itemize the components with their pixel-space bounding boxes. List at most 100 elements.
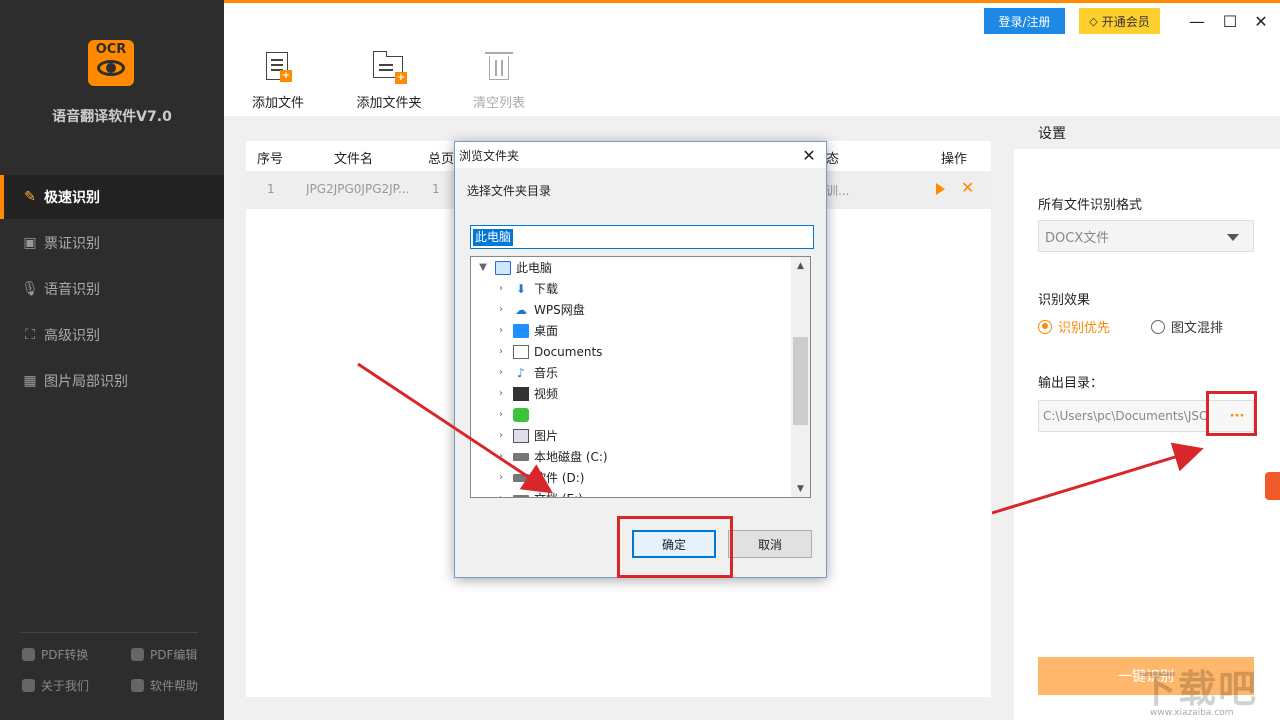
tree-item-drive-c[interactable]: › 本地磁盘 (C:) (495, 446, 608, 467)
settings-header: 设置 (1014, 117, 1280, 149)
sidebar-item-label: 图片局部识别 (44, 374, 128, 390)
add-file-button[interactable]: + 添加文件 (250, 38, 306, 116)
sidebar-divider (20, 632, 198, 633)
ok-button[interactable]: 确定 (632, 530, 716, 558)
help-link[interactable]: 软件帮助 (131, 677, 198, 694)
trash-icon (483, 50, 515, 86)
tree-label: 此电脑 (516, 261, 553, 275)
minimize-icon[interactable]: — (1186, 10, 1208, 32)
sidebar-item-voice-recognition[interactable]: 🎙 语音识别 (0, 267, 224, 311)
login-register-button[interactable]: 登录/注册 (984, 8, 1065, 34)
browse-button[interactable]: ··· (1220, 400, 1254, 432)
about-label: 关于我们 (41, 679, 90, 693)
format-label: 所有文件识别格式 (1038, 198, 1143, 213)
delete-icon[interactable]: ✕ (961, 180, 974, 196)
sidebar-item-fast-recognition[interactable]: ✎ 极速识别 (0, 175, 224, 219)
tree-item-videos[interactable]: › 视频 (495, 383, 558, 404)
sidebar-item-label: 极速识别 (44, 190, 100, 206)
microphone-icon: 🎙 (21, 281, 39, 297)
chevron-right-icon: › (499, 346, 503, 357)
document-icon (513, 344, 529, 359)
tree-scrollbar[interactable]: ▲ ▼ (791, 257, 810, 497)
header-filename: 文件名 (334, 152, 374, 167)
tree-item-drive-d[interactable]: › 软件 (D:) (495, 467, 584, 488)
ocr-logo: OCR (88, 40, 134, 86)
format-select[interactable]: DOCX文件 (1038, 220, 1254, 252)
row-index: 1 (267, 182, 275, 196)
ticket-icon: ▣ (23, 235, 37, 251)
tree-label: 音乐 (534, 366, 559, 380)
top-bar: 登录/注册 ◇ 开通会员 — ☐ ✕ (224, 0, 1280, 38)
chevron-right-icon: › (499, 283, 503, 294)
scroll-up-icon[interactable]: ▲ (791, 257, 810, 274)
clear-list-button[interactable]: 清空列表 (470, 38, 528, 116)
chevron-right-icon: › (499, 388, 503, 399)
tree-item-music[interactable]: › ♪ 音乐 (495, 362, 558, 383)
tree-item-drive-e[interactable]: › 文档 (E:) (495, 488, 583, 497)
output-path-value: C:\Users\pc\Documents\JSO (1043, 409, 1209, 423)
settings-panel: 设置 所有文件识别格式 DOCX文件 识别效果 识别优先 图文混排 输出目录： … (1014, 117, 1280, 720)
sidebar: OCR 语音翻译软件V7.0 ✎ 极速识别 ▣ 票证识别 🎙 语音识别 ⛶ 高级… (0, 0, 224, 720)
header-actions: 操作 (941, 152, 968, 167)
tree-label: WPS网盘 (534, 303, 585, 317)
chevron-right-icon: › (495, 493, 507, 497)
header-pages: 总页 (428, 152, 455, 167)
tree-item-pictures[interactable]: › 图片 (495, 425, 558, 446)
tree-item-desktop[interactable]: › 桌面 (495, 320, 558, 341)
side-float-icon[interactable] (1265, 472, 1280, 500)
row-status: 训... (826, 184, 850, 198)
vip-button[interactable]: ◇ 开通会员 (1079, 8, 1160, 34)
maximize-icon[interactable]: ☐ (1219, 10, 1241, 32)
add-folder-icon: + (372, 50, 407, 86)
tree-item-downloads[interactable]: › ⬇ 下载 (495, 278, 558, 299)
radio-label: 识别优先 (1058, 321, 1111, 336)
chevron-right-icon: › (499, 367, 503, 378)
drive-icon (513, 452, 529, 461)
close-icon[interactable]: ✕ (1250, 10, 1272, 32)
tree-label: 软件 (D:) (534, 471, 585, 485)
scroll-down-icon[interactable]: ▼ (791, 480, 810, 497)
tree-label: 视频 (534, 387, 559, 401)
folder-path-input[interactable]: 此电脑 (470, 225, 814, 249)
radio-dot (1151, 319, 1165, 334)
add-folder-label: 添加文件夹 (356, 96, 422, 111)
dialog-description: 选择文件夹目录 (467, 184, 552, 198)
start-recognition-button[interactable]: 一键识别 (1038, 657, 1254, 695)
music-icon: ♪ (517, 365, 525, 380)
sidebar-item-label: 票证识别 (44, 236, 100, 252)
close-icon[interactable]: ✕ (798, 144, 820, 166)
pdf-convert-link[interactable]: PDF转换 (22, 646, 88, 663)
scroll-thumb[interactable] (793, 337, 808, 425)
help-icon (131, 679, 144, 692)
chevron-right-icon: › (499, 430, 503, 441)
sidebar-item-image-partial-recognition[interactable]: ▦ 图片局部识别 (0, 359, 224, 403)
pdf-edit-link[interactable]: PDF编辑 (131, 646, 197, 663)
cloud-icon: ☁ (515, 302, 527, 317)
cancel-button[interactable]: 取消 (728, 530, 812, 558)
radio-recognition-first[interactable]: 识别优先 (1038, 317, 1110, 336)
radio-mixed-layout[interactable]: 图文混排 (1151, 317, 1223, 336)
about-link[interactable]: 关于我们 (22, 677, 89, 694)
computer-icon (495, 260, 511, 275)
pdf-convert-label: PDF转换 (41, 648, 89, 662)
tree-label: 图片 (534, 429, 559, 443)
tree-item-wps-cloud[interactable]: › ☁ WPS网盘 (495, 299, 585, 320)
sidebar-item-label: 高级识别 (44, 328, 100, 344)
format-value: DOCX文件 (1045, 230, 1110, 246)
folder-tree: ▼ 此电脑 › ⬇ 下载 › ☁ WPS网盘 › 桌面 › Documents … (470, 256, 811, 498)
sidebar-item-advanced-recognition[interactable]: ⛶ 高级识别 (0, 313, 224, 357)
tree-item-iqiyi[interactable]: › (495, 404, 534, 425)
sidebar-item-ticket-recognition[interactable]: ▣ 票证识别 (0, 221, 224, 265)
tree-label: Documents (534, 344, 603, 359)
toolbar: + 添加文件 + 添加文件夹 清空列表 (224, 38, 1280, 116)
effect-label: 识别效果 (1038, 293, 1091, 308)
tree-item-this-pc[interactable]: ▼ 此电脑 (477, 257, 552, 278)
lightning-edit-icon: ✎ (24, 189, 36, 205)
tree-label: 文档 (E:) (534, 490, 583, 497)
play-icon[interactable] (936, 183, 945, 195)
chevron-right-icon: › (499, 409, 503, 420)
row-pages: 1 (432, 182, 440, 196)
add-folder-button[interactable]: + 添加文件夹 (352, 38, 426, 116)
video-icon (513, 386, 529, 401)
tree-item-documents[interactable]: › Documents (495, 341, 602, 362)
